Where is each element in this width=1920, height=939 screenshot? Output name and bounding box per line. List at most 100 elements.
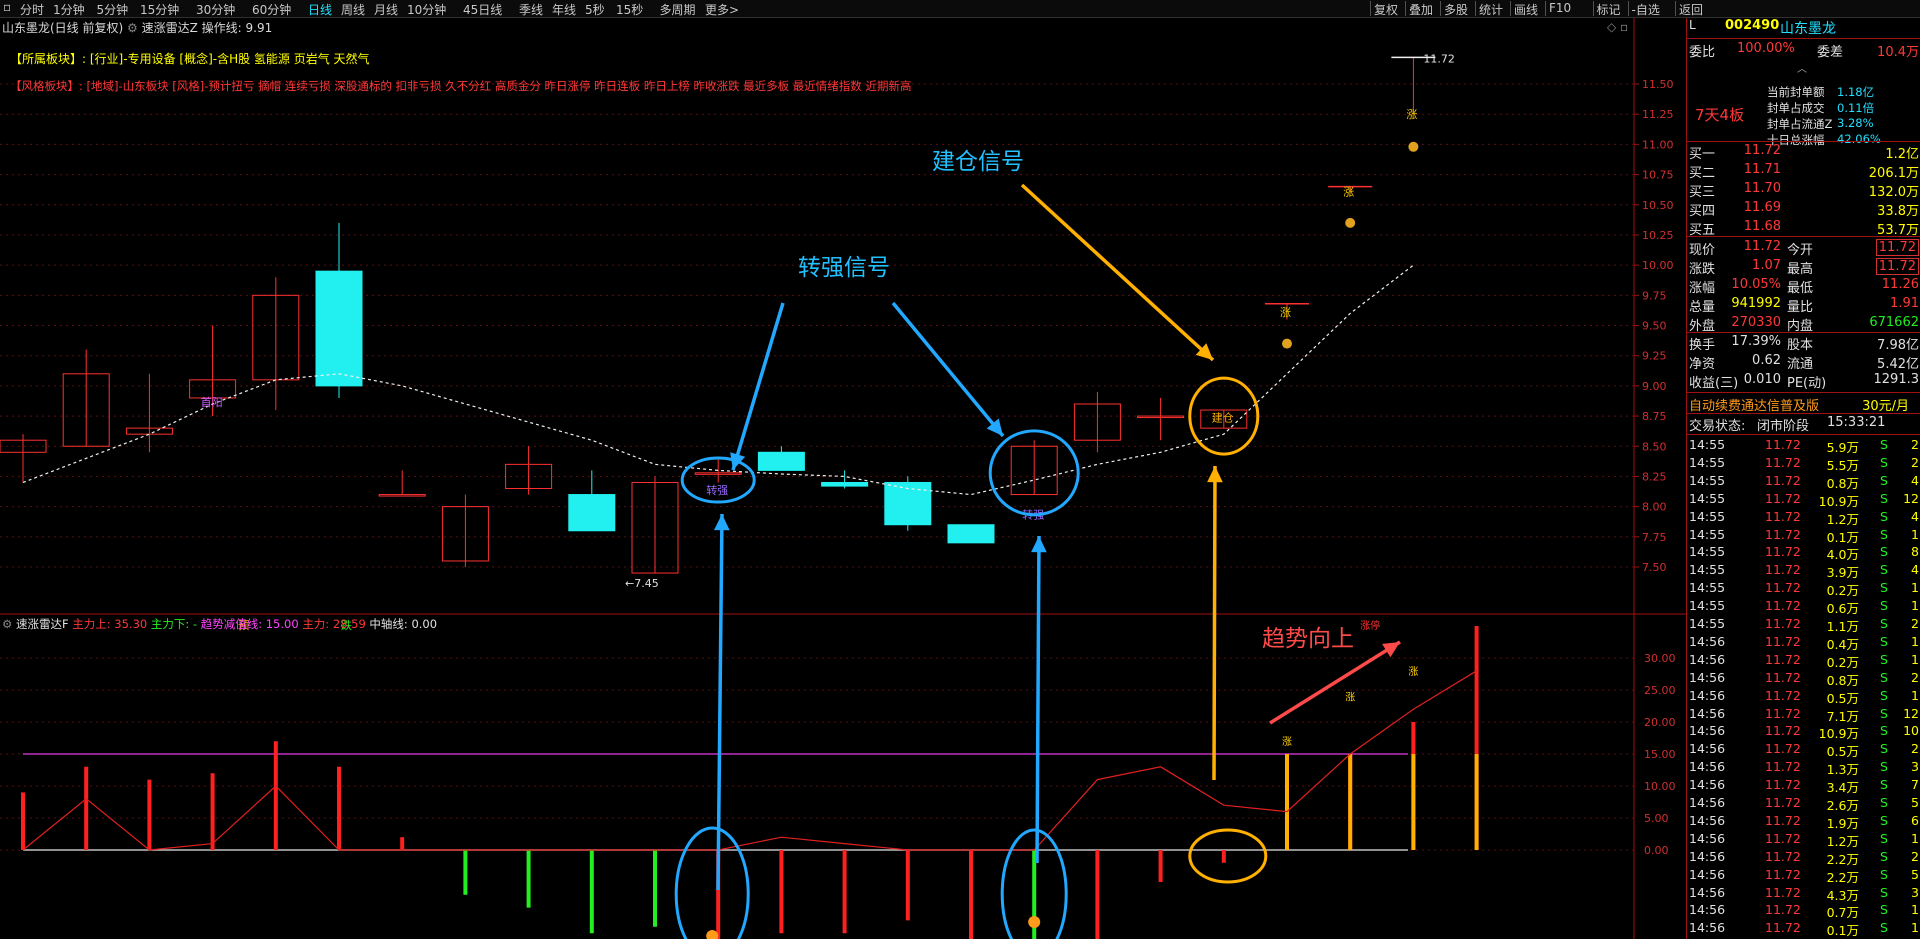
toolbar-button[interactable]: 画线	[1514, 1, 1538, 18]
period-tab[interactable]: 日线	[308, 1, 332, 18]
tick-time: 14:56	[1689, 741, 1726, 757]
tick-row[interactable]: 14:55 11.72 0.8万 S 4	[1687, 473, 1920, 491]
tick-volume: 0.1万	[1826, 923, 1859, 939]
tick-row[interactable]: 14:55 11.72 1.1万 S 2	[1687, 616, 1920, 634]
tick-row[interactable]: 14:56 11.72 0.7万 S 1	[1687, 902, 1920, 920]
tick-row[interactable]: 14:56 11.72 0.2万 S 1	[1687, 652, 1920, 670]
tick-row[interactable]: 14:56 11.72 3.4万 S 7	[1687, 777, 1920, 795]
price-tick-label: 9.75	[1642, 289, 1667, 302]
tick-row[interactable]: 14:55 11.72 0.2万 S 1	[1687, 580, 1920, 598]
stat-label: 涨幅	[1689, 281, 1716, 296]
tick-volume: 1.2万	[1826, 833, 1859, 849]
tick-time: 14:56	[1689, 920, 1726, 936]
toolbar-button[interactable]: 返回	[1679, 1, 1703, 18]
tick-row[interactable]: 14:56 11.72 7.1万 S 12	[1687, 706, 1920, 724]
tick-row[interactable]: 14:56 11.72 0.4万 S 1	[1687, 634, 1920, 652]
tick-row[interactable]: 14:55 11.72 5.5万 S 2	[1687, 455, 1920, 473]
toolbar-button[interactable]: 复权	[1374, 1, 1398, 18]
tick-direction: S	[1880, 795, 1888, 810]
period-tab[interactable]: 5分钟	[97, 1, 129, 18]
tick-time: 14:55	[1689, 580, 1726, 596]
zhang-marker: 涨	[1280, 306, 1291, 319]
tick-row[interactable]: 14:55 11.72 5.9万 S 2	[1687, 437, 1920, 455]
lower-indicator-name[interactable]: 速涨雷达F	[16, 617, 69, 631]
period-tab[interactable]: 15分钟	[140, 1, 179, 18]
ad-text[interactable]: 自动续费通达信普及版	[1689, 395, 1819, 414]
tick-row[interactable]: 14:56 11.72 1.9万 S 6	[1687, 813, 1920, 831]
period-tab[interactable]: 更多>	[705, 1, 739, 18]
tick-row[interactable]: 14:56 11.72 0.8万 S 2	[1687, 670, 1920, 688]
period-tab[interactable]: 30分钟	[196, 1, 235, 18]
tick-row[interactable]: 14:56 11.72 2.2万 S 5	[1687, 867, 1920, 885]
tick-row[interactable]: 14:55 11.72 10.9万 S 12	[1687, 491, 1920, 509]
period-tab[interactable]: 60分钟	[252, 1, 291, 18]
tick-row[interactable]: 14:55 11.72 4.0万 S 8	[1687, 544, 1920, 562]
tick-row[interactable]: 14:55 11.72 3.9万 S 4	[1687, 562, 1920, 580]
toolbar-button[interactable]: -自选	[1632, 1, 1660, 18]
tick-row[interactable]: 14:55 11.72 0.1万 S 1	[1687, 527, 1920, 545]
settings-icon[interactable]: ⚙	[127, 21, 138, 35]
candle-body	[757, 451, 805, 471]
bid-row[interactable]: 买二 11.71 206.1万	[1687, 162, 1920, 181]
tick-row[interactable]: 14:56 11.72 0.5万 S 1	[1687, 688, 1920, 706]
tick-row[interactable]: 14:56 11.72 10.9万 S 10	[1687, 723, 1920, 741]
bid-price: 11.68	[1743, 219, 1781, 234]
ad-price[interactable]: 30元/月	[1862, 395, 1909, 414]
price-tick-label: 10.25	[1642, 229, 1674, 242]
bid-label: 买一	[1689, 147, 1716, 162]
toolbar-button[interactable]: F10	[1549, 1, 1571, 15]
tick-row[interactable]: 14:56 11.72 1.2万 S 1	[1687, 831, 1920, 849]
tick-row[interactable]: 14:55 11.72 1.2万 S 4	[1687, 509, 1920, 527]
menu-icon[interactable]: ▫	[3, 0, 11, 14]
toolbar-button[interactable]: 统计	[1479, 1, 1503, 18]
kline-chart[interactable]: 11.50 11.25 11.00 10.75 10.50 10.25 10.00 9.75 9…	[0, 18, 1686, 939]
indicator-tick-label: 15.00	[1644, 748, 1676, 761]
tick-price: 11.72	[1765, 526, 1801, 542]
period-tab[interactable]: 1分钟	[53, 1, 85, 18]
seal-label: 封单占流通Z	[1767, 117, 1833, 131]
period-tab[interactable]: 季线	[519, 1, 543, 18]
period-tab[interactable]: 年线	[552, 1, 576, 18]
indicator-name[interactable]: 速涨雷达Z	[142, 21, 198, 35]
zhang-marker: 涨	[1408, 666, 1418, 678]
period-tab[interactable]: 周线	[341, 1, 365, 18]
tick-count: 1	[1911, 526, 1919, 542]
tick-row[interactable]: 14:56 11.72 1.3万 S 3	[1687, 759, 1920, 777]
tick-direction: S	[1880, 669, 1888, 685]
tick-row[interactable]: 14:56 11.72 2.2万 S 2	[1687, 849, 1920, 867]
period-tab[interactable]: 多周期	[660, 1, 696, 18]
period-tab[interactable]: 45日线	[463, 1, 502, 18]
tick-row[interactable]: 14:56 11.72 4.3万 S 3	[1687, 885, 1920, 903]
tick-row[interactable]: 14:56 11.72 2.6万 S 5	[1687, 795, 1920, 813]
tick-direction: S	[1880, 884, 1888, 900]
toolbar-button[interactable]: 标记	[1597, 1, 1621, 18]
tick-time: 14:55	[1689, 526, 1726, 542]
candle	[441, 494, 489, 567]
weicha-value: 10.4万	[1877, 45, 1919, 60]
tick-row[interactable]: 14:56 11.72 0.5万 S 2	[1687, 741, 1920, 759]
tick-row[interactable]: 14:55 11.72 0.6万 S 1	[1687, 598, 1920, 616]
tick-direction: S	[1880, 651, 1888, 667]
indicator-settings-icon[interactable]: ⚙	[2, 617, 12, 631]
bid-row[interactable]: 买五 11.68 53.7万	[1687, 219, 1920, 238]
collapse-icon[interactable]: ︿	[1797, 60, 1807, 75]
tick-time: 14:56	[1689, 777, 1726, 793]
toolbar-button[interactable]: 叠加	[1409, 1, 1433, 18]
bid-row[interactable]: 买四 11.69 33.8万	[1687, 200, 1920, 219]
period-tab[interactable]: 10分钟	[407, 1, 446, 18]
period-tab[interactable]: 月线	[374, 1, 398, 18]
period-tab[interactable]: 分时	[20, 1, 44, 18]
stat-value: 11.26	[1881, 277, 1919, 292]
tick-price: 11.72	[1765, 723, 1801, 739]
period-tab[interactable]: 15秒	[616, 1, 643, 18]
tick-price: 11.72	[1765, 812, 1801, 828]
tick-count: 2	[1911, 437, 1919, 452]
tick-row[interactable]: 14:56 11.72 0.1万 S 1	[1687, 920, 1920, 938]
tick-count: 7	[1911, 777, 1919, 793]
chart-window-icons[interactable]: ◇ ▫	[1607, 20, 1628, 34]
bid-row[interactable]: 买三 11.70 132.0万	[1687, 181, 1920, 200]
bid-row[interactable]: 买一 11.72 1.2亿	[1687, 143, 1920, 162]
period-tab[interactable]: 5秒	[585, 1, 605, 18]
tick-direction: S	[1880, 580, 1888, 596]
toolbar-button[interactable]: 多股	[1444, 1, 1468, 18]
